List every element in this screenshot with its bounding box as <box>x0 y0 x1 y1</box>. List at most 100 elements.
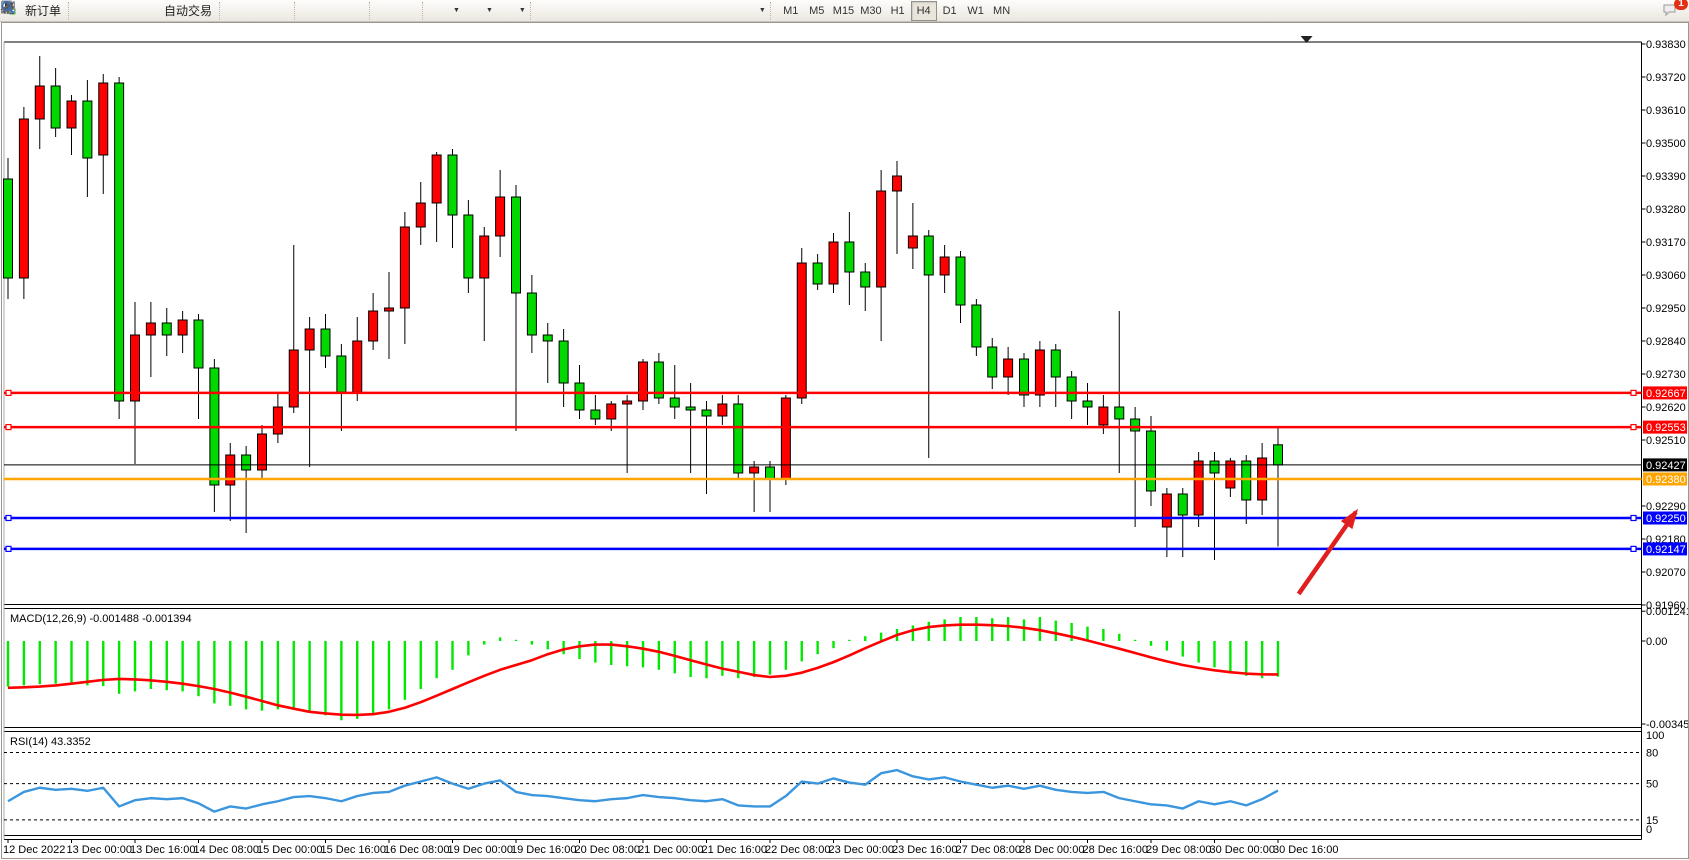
candle-down <box>543 335 552 341</box>
market-watch-button[interactable] <box>98 1 120 21</box>
fibonacci-tool-button[interactable]: F <box>670 1 692 21</box>
time-tick-label: 13 Dec 16:00 <box>130 844 195 856</box>
candle-up <box>750 467 759 473</box>
candle-up <box>369 311 378 341</box>
line-chart-button[interactable] <box>271 1 293 21</box>
zoom-out-button[interactable] <box>324 1 346 21</box>
cursor-tool-button[interactable] <box>538 1 560 21</box>
channel-tool-button[interactable]: E <box>648 1 670 21</box>
time-tick-label: 14 Dec 08:00 <box>194 844 259 856</box>
mt4-terminal: 新订单 自动交易 ▼ ▼ ▼ E F A T ▼ <box>0 0 1689 860</box>
chevron-down-icon: ▼ <box>486 7 493 14</box>
candle-up <box>1194 461 1203 515</box>
candle-up <box>99 83 108 155</box>
candle-down <box>1067 377 1076 401</box>
vline-tool-button[interactable] <box>582 1 604 21</box>
text-tool-button[interactable]: A <box>692 1 714 21</box>
time-tick-label: 30 Dec 00:00 <box>1210 844 1275 856</box>
market-watch-icon <box>101 3 117 18</box>
horizontal-line-icon <box>607 3 623 18</box>
line-handle[interactable] <box>6 425 11 430</box>
candle-down <box>1178 494 1187 515</box>
zoom-out-icon <box>327 3 343 18</box>
templates-button[interactable]: ▼ <box>496 1 529 21</box>
price-tick-label: 0.93170 <box>1646 237 1686 249</box>
tf-button-H1[interactable]: H1 <box>885 1 911 21</box>
price-tick-label: 0.93280 <box>1646 204 1686 216</box>
tf-button-M30[interactable]: M30 <box>857 1 884 21</box>
candle-down <box>242 455 251 470</box>
chart-shift-button[interactable] <box>399 1 421 21</box>
periods-button[interactable]: ▼ <box>463 1 496 21</box>
signals-button[interactable] <box>120 1 142 21</box>
hline-tool-button[interactable] <box>604 1 626 21</box>
autotrade-button[interactable]: 自动交易 <box>142 1 218 21</box>
line-handle[interactable] <box>1631 516 1636 521</box>
price-label: 0.92553 <box>1646 422 1686 434</box>
toolbar-separator <box>770 2 777 20</box>
price-tick-label: 0.93060 <box>1646 270 1686 282</box>
zoom-in-button[interactable] <box>302 1 324 21</box>
chat-button[interactable]: 1 <box>1661 1 1683 21</box>
macd-axis-label: 0.001241 <box>1646 606 1689 618</box>
crosshair-tool-button[interactable] <box>560 1 582 21</box>
candle-up <box>131 335 140 401</box>
tf-button-M1[interactable]: M1 <box>778 1 804 21</box>
new-chart-button[interactable]: ▼ <box>430 1 463 21</box>
price-tick-label: 0.92620 <box>1646 402 1686 414</box>
time-tick-label: 16 Dec 08:00 <box>384 844 449 856</box>
tf-button-W1[interactable]: W1 <box>963 1 989 21</box>
tf-button-MN[interactable]: MN <box>989 1 1015 21</box>
candle-down <box>194 320 203 368</box>
candle-up <box>718 404 727 416</box>
tf-button-M5[interactable]: M5 <box>804 1 830 21</box>
price-tick-label: 0.92070 <box>1646 567 1686 579</box>
search-button[interactable] <box>1635 1 1657 21</box>
line-handle[interactable] <box>1631 390 1636 395</box>
price-label: 0.92147 <box>1646 544 1686 556</box>
tile-windows-button[interactable] <box>346 1 368 21</box>
tf-button-H4[interactable]: H4 <box>911 1 937 21</box>
tile-windows-icon <box>349 3 365 18</box>
line-handle[interactable] <box>6 390 11 395</box>
chevron-down-icon: ▼ <box>453 7 460 14</box>
tf-button-M15[interactable]: M15 <box>830 1 857 21</box>
trendline-icon <box>629 3 645 18</box>
line-handle[interactable] <box>1631 425 1636 430</box>
line-handle[interactable] <box>6 516 11 521</box>
candle-down <box>337 356 346 392</box>
arrows-tool-button[interactable]: ▼ <box>736 1 769 21</box>
candle-up <box>178 320 187 335</box>
label-tool-button[interactable]: T <box>714 1 736 21</box>
fibonacci-icon: F <box>673 3 689 18</box>
time-tick-label: 23 Dec 00:00 <box>829 844 894 856</box>
auto-scroll-button[interactable] <box>377 1 399 21</box>
candle-up <box>35 86 44 119</box>
time-tick-label: 19 Dec 00:00 <box>448 844 513 856</box>
main-toolbar: 新订单 自动交易 ▼ ▼ ▼ E F A T ▼ <box>0 0 1689 22</box>
candle-down <box>845 242 854 272</box>
price-tick-label: 0.92840 <box>1646 336 1686 348</box>
candle-up <box>607 404 616 419</box>
price-tick-label: 0.92510 <box>1646 435 1686 447</box>
candle-down <box>766 467 775 479</box>
signals-icon <box>123 3 139 18</box>
bar-chart-button[interactable] <box>227 1 249 21</box>
chart-window: ▼ USDCHF-,H4 0.92494 0.92553 0.92155 0.9… <box>0 22 1689 860</box>
tf-button-D1[interactable]: D1 <box>937 1 963 21</box>
line-handle[interactable] <box>6 546 11 551</box>
chart-canvas[interactable]: 0.938300.937200.936100.935000.933900.932… <box>0 22 1689 860</box>
metaeditor-button[interactable] <box>76 1 98 21</box>
candle-up <box>877 191 886 287</box>
candle-down <box>1131 419 1140 431</box>
time-tick-label: 30 Dec 16:00 <box>1273 844 1338 856</box>
trendline-tool-button[interactable] <box>626 1 648 21</box>
toolbar-separator <box>422 2 429 20</box>
line-handle[interactable] <box>1631 546 1636 551</box>
toolbar-separator <box>294 2 301 20</box>
equidistant-channel-icon: E <box>651 3 667 18</box>
candle-up <box>797 263 806 398</box>
candle-up <box>781 398 790 479</box>
candlestick-chart-button[interactable] <box>249 1 271 21</box>
candle-down <box>861 272 870 287</box>
